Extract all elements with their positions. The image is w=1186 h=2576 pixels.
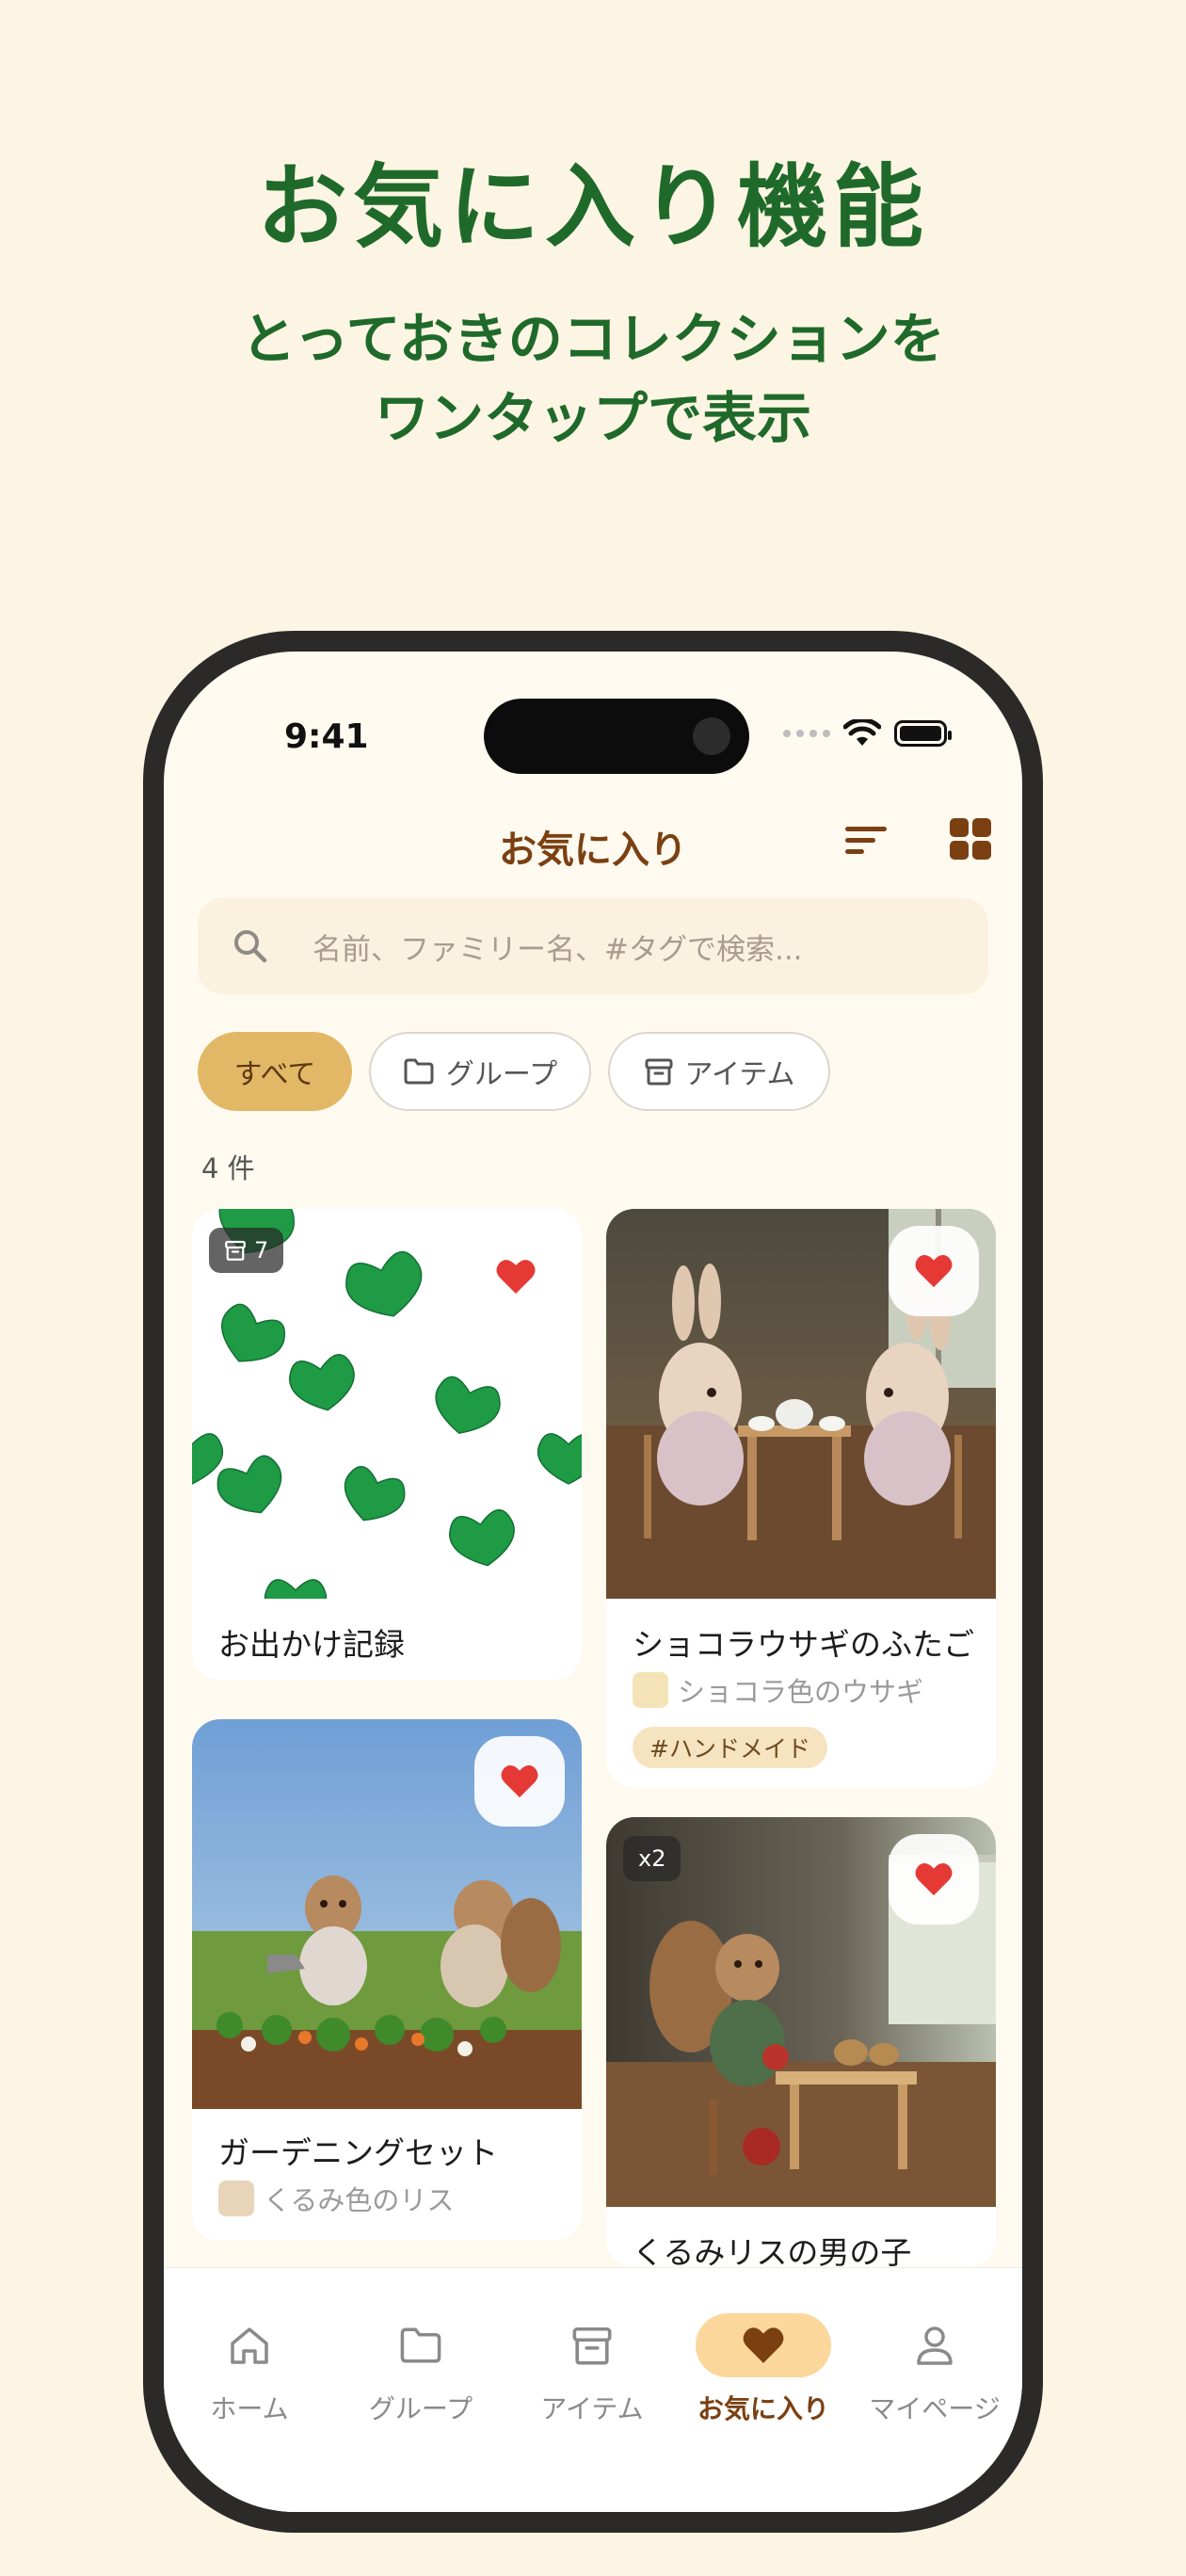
- folder-icon: [400, 2327, 441, 2363]
- heart-icon: [501, 1765, 538, 1798]
- hero-subtitle-line1: とっておきのコレクションを: [241, 307, 945, 371]
- archive-box-icon: [572, 2326, 612, 2365]
- filter-items[interactable]: アイテム: [608, 1032, 830, 1111]
- favorite-button[interactable]: [889, 1834, 979, 1924]
- card-title: ショコラウサギのふたご: [633, 1626, 974, 1663]
- tab-home[interactable]: ホーム: [164, 2313, 335, 2426]
- heart-icon: [743, 2327, 784, 2363]
- heart-icon[interactable]: [495, 1258, 537, 1296]
- hero-subtitle: とっておきのコレクションを ワンタップで表示: [0, 299, 1186, 458]
- card-title: くるみリスの男の子: [633, 2234, 912, 2267]
- result-count: 4 件: [201, 1152, 255, 1184]
- filter-chips: すべて グループ アイテム: [198, 1032, 830, 1111]
- phone-screen: 9:41 お気に入り 名前、ファミリー名、#タグで検索... すべて グループ …: [164, 652, 1022, 2512]
- search-icon: [234, 930, 267, 963]
- tab-groups-label: グループ: [368, 2393, 473, 2424]
- hero-subtitle-line2: ワンタップで表示: [374, 386, 811, 450]
- squirrel-avatar-icon: [218, 2181, 254, 2216]
- battery-icon: [894, 720, 952, 747]
- card-title: お出かけ記録: [218, 1626, 405, 1663]
- tab-home-label: ホーム: [210, 2393, 289, 2424]
- card-outing-record[interactable]: 7 お出かけ記録: [192, 1209, 582, 1680]
- badge-count: 7: [254, 1237, 269, 1264]
- tag-chip[interactable]: #ハンドメイド: [633, 1727, 827, 1768]
- signal-icon: [783, 730, 830, 737]
- status-time: 9:41: [284, 717, 369, 756]
- tab-mypage-label: マイページ: [869, 2393, 1001, 2424]
- phone-frame: 9:41 お気に入り 名前、ファミリー名、#タグで検索... すべて グループ …: [143, 631, 1043, 2533]
- folder-icon: [404, 1058, 434, 1085]
- card-title: ガーデニングセット: [218, 2134, 498, 2171]
- person-icon: [917, 2326, 953, 2365]
- tab-groups[interactable]: グループ: [335, 2313, 506, 2426]
- tab-mypage[interactable]: マイページ: [849, 2313, 1020, 2426]
- badge-quantity: x2: [638, 1845, 666, 1872]
- sort-icon[interactable]: [843, 821, 889, 859]
- page-title: お気に入り: [499, 829, 687, 872]
- card-gardening-set[interactable]: ガーデニングセット くるみ色のリス: [192, 1719, 582, 2241]
- card-family: ショコラ色のウサギ: [633, 1670, 923, 1710]
- bottom-tab-bar: ホーム グループ アイテム お気に入り マイページ: [164, 2267, 1022, 2512]
- family-name: ショコラ色のウサギ: [678, 1676, 924, 1708]
- card-chocolate-rabbit-twins[interactable]: ショコラウサギのふたご ショコラ色のウサギ #ハンドメイド: [606, 1209, 996, 1787]
- camera-icon: [693, 717, 730, 755]
- tab-items-label: アイテム: [540, 2393, 644, 2424]
- filter-all-label: すべて: [233, 1058, 316, 1091]
- home-icon: [231, 2327, 268, 2364]
- tab-favorites[interactable]: お気に入り: [678, 2313, 849, 2426]
- card-family: くるみ色のリス: [218, 2179, 454, 2218]
- filter-groups[interactable]: グループ: [369, 1032, 591, 1111]
- archive-box-icon: [225, 1240, 246, 1261]
- rabbit-avatar-icon: [633, 1672, 668, 1708]
- wifi-icon: [843, 719, 881, 746]
- favorite-button[interactable]: [474, 1736, 565, 1827]
- filter-items-label: アイテム: [684, 1058, 795, 1091]
- search-bar[interactable]: 名前、ファミリー名、#タグで検索...: [198, 898, 988, 994]
- card-walnut-squirrel-boy[interactable]: x2 くるみリスの男の子: [606, 1817, 996, 2267]
- tab-favorites-label: お気に入り: [697, 2393, 829, 2424]
- filter-groups-label: グループ: [445, 1058, 558, 1091]
- status-icons: [783, 719, 952, 748]
- heart-icon: [915, 1863, 953, 1896]
- tab-items[interactable]: アイテム: [506, 2313, 678, 2426]
- dynamic-island: [484, 699, 749, 774]
- grid-view-icon[interactable]: [949, 817, 992, 861]
- search-input[interactable]: 名前、ファミリー名、#タグで検索...: [313, 926, 803, 968]
- heart-icon: [915, 1255, 953, 1288]
- hero-title: お気に入り機能: [257, 154, 929, 260]
- quantity-badge: x2: [623, 1836, 681, 1881]
- filter-all[interactable]: すべて: [198, 1032, 352, 1111]
- family-name: くるみ色のリス: [264, 2184, 455, 2216]
- archive-box-icon: [645, 1058, 672, 1086]
- favorite-button[interactable]: [889, 1226, 979, 1316]
- item-count-badge: 7: [209, 1228, 284, 1273]
